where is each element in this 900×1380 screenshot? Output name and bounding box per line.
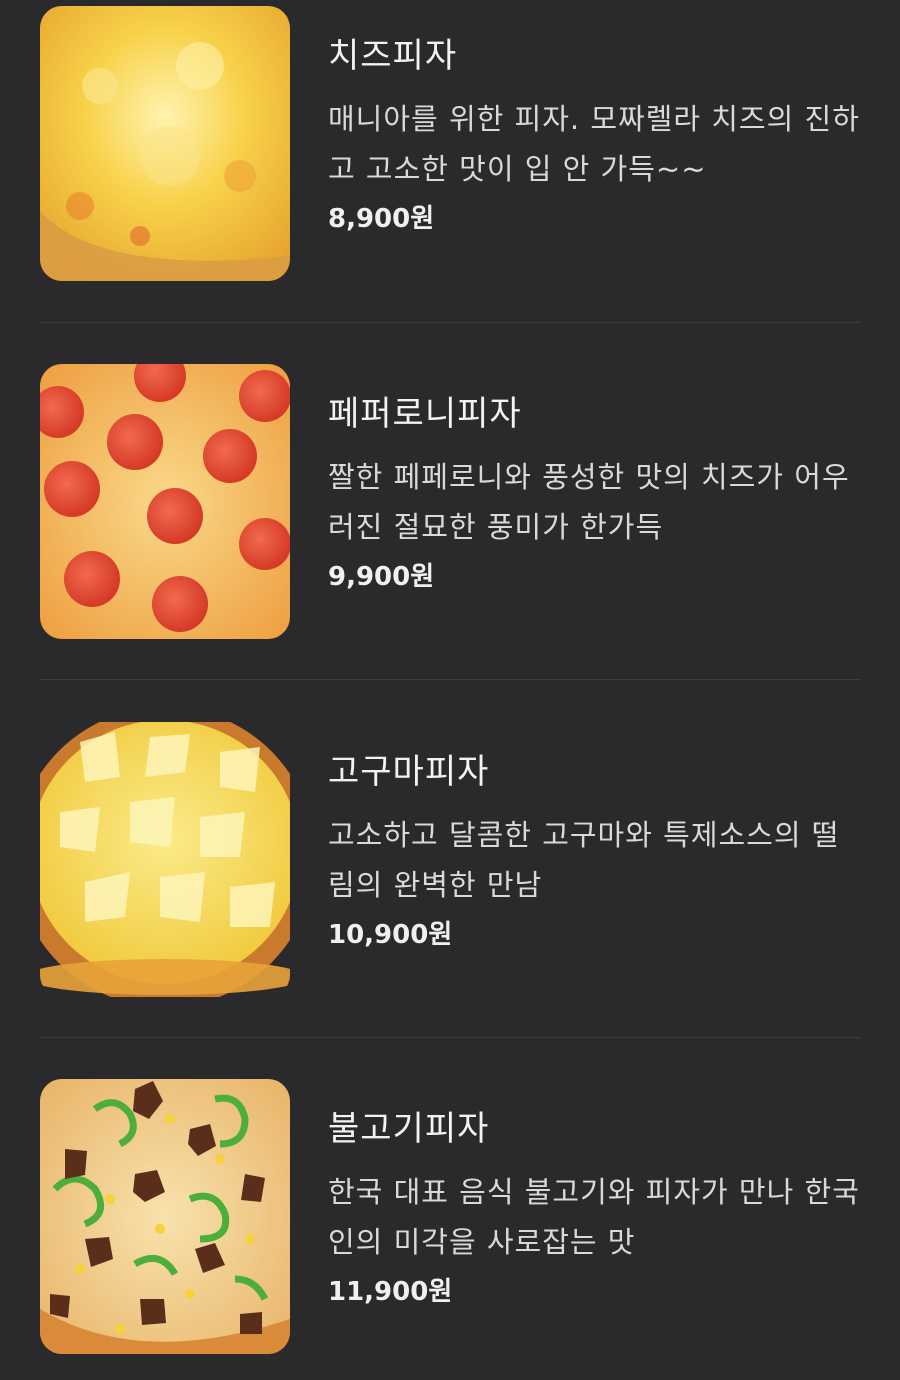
menu-item-info: 치즈피자 매니아를 위한 피자. 모짜렐라 치즈의 진하고 고소한 맛이 입 안…	[328, 6, 860, 236]
menu-item-bulgogi-pizza[interactable]: 불고기피자 한국 대표 음식 불고기와 피자가 만나 한국인의 미각을 사로잡는…	[40, 1079, 860, 1357]
menu-item-pepperoni-pizza[interactable]: 페퍼로니피자 짤한 페페로니와 풍성한 맛의 치즈가 어우러진 절묘한 풍미가 …	[40, 364, 860, 642]
divider	[40, 322, 860, 323]
menu-item-cheese-pizza[interactable]: 치즈피자 매니아를 위한 피자. 모짜렐라 치즈의 진하고 고소한 맛이 입 안…	[40, 6, 860, 284]
menu-item-sweet-potato-pizza[interactable]: 고구마피자 고소하고 달콤한 고구마와 특제소스의 떨림의 완벽한 만남 10,…	[40, 722, 860, 1000]
menu-item-description: 짤한 페페로니와 풍성한 맛의 치즈가 어우러진 절묘한 풍미가 한가득	[328, 460, 850, 544]
divider	[40, 1037, 860, 1038]
menu-item-price: 10,900원	[328, 920, 453, 950]
menu-item-name: 불고기피자	[328, 1109, 490, 1149]
menu-item-description: 매니아를 위한 피자. 모짜렐라 치즈의 진하고 고소한 맛이 입 안 가득~~	[328, 102, 860, 186]
menu-item-info: 고구마피자 고소하고 달콤한 고구마와 특제소스의 떨림의 완벽한 만남 10,…	[328, 722, 860, 952]
menu-item-info: 불고기피자 한국 대표 음식 불고기와 피자가 만나 한국인의 미각을 사로잡는…	[328, 1079, 860, 1309]
menu-item-description: 고소하고 달콤한 고구마와 특제소스의 떨림의 완벽한 만남	[328, 818, 840, 902]
cheese-pizza-image[interactable]	[40, 6, 290, 281]
menu-item-description: 한국 대표 음식 불고기와 피자가 만나 한국인의 미각을 사로잡는 맛	[328, 1175, 860, 1259]
menu-item-info: 페퍼로니피자 짤한 페페로니와 풍성한 맛의 치즈가 어우러진 절묘한 풍미가 …	[328, 364, 860, 594]
menu-item-name: 페퍼로니피자	[328, 394, 522, 434]
bulgogi-pizza-image[interactable]	[40, 1079, 290, 1354]
menu-item-price: 8,900원	[328, 204, 435, 234]
menu-item-price: 9,900원	[328, 562, 435, 592]
menu-list: 치즈피자 매니아를 위한 피자. 모짜렐라 치즈의 진하고 고소한 맛이 입 안…	[0, 0, 900, 1380]
pepperoni-pizza-image[interactable]	[40, 364, 290, 639]
menu-item-name: 치즈피자	[328, 36, 458, 76]
sweet-potato-pizza-image[interactable]	[40, 722, 290, 997]
menu-item-name: 고구마피자	[328, 752, 490, 792]
divider	[40, 679, 860, 680]
menu-item-price: 11,900원	[328, 1277, 453, 1307]
